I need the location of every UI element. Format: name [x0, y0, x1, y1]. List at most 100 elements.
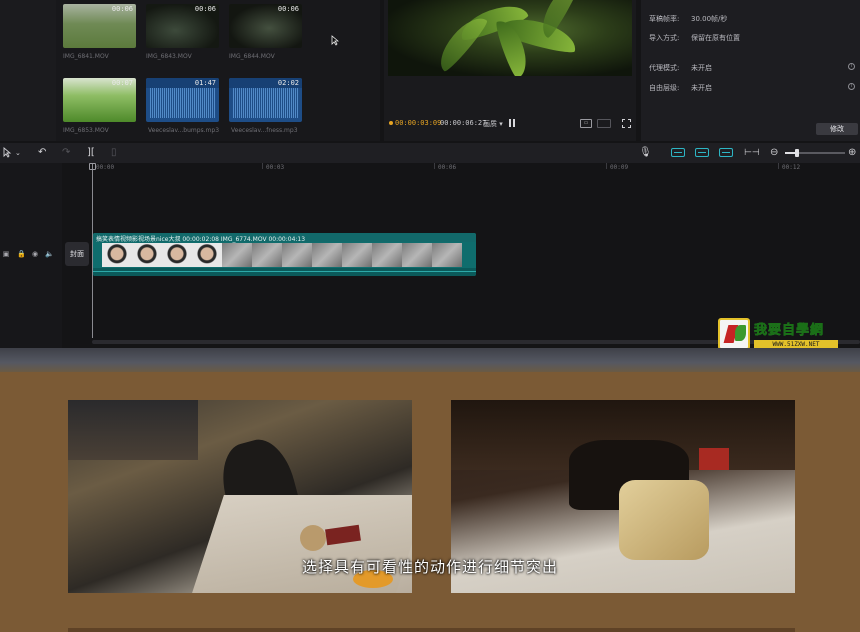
- preview-panel: 00:00:03:09 00:00:06:27 画质 ▾ ▭: [384, 0, 636, 141]
- quality-dropdown[interactable]: 画质 ▾: [483, 119, 503, 129]
- tea-cake: [619, 480, 709, 560]
- window-area: [68, 400, 198, 460]
- clip-audio-line: [93, 268, 476, 276]
- media-thumb[interactable]: 00:06: [63, 4, 136, 48]
- preview-axis-icon[interactable]: [719, 148, 733, 157]
- clip-frame: [402, 243, 432, 267]
- split-view-icon[interactable]: ⊢⊣: [744, 147, 760, 159]
- thumb-duration: 00:07: [111, 79, 133, 87]
- bottom-strip: [68, 628, 795, 632]
- thumb-duration: 02:02: [277, 79, 299, 87]
- split-icon[interactable]: ][: [87, 147, 95, 159]
- screen: 00:06 IMG_6841.MOV 00:06 IMG_6843.MOV 00…: [0, 0, 860, 632]
- cover-button[interactable]: 封面: [65, 242, 89, 266]
- total-time: 00:00:06:27: [440, 119, 487, 127]
- snap-icon[interactable]: [695, 148, 709, 157]
- media-sidebar: [0, 0, 56, 141]
- playhead-handle[interactable]: [89, 163, 96, 170]
- clip-frame: [252, 243, 282, 267]
- ruler-tick: [606, 163, 607, 169]
- properties-panel: 草稿帧率: 30.00帧/秒 导入方式: 保留在原有位置 代理模式: 未开启 i…: [641, 0, 860, 141]
- select-cursor-icon[interactable]: [3, 147, 12, 158]
- zoom-slider-handle[interactable]: [795, 149, 799, 157]
- ruler-label: 00:00: [96, 164, 115, 171]
- clip-frame: [192, 243, 222, 267]
- divider-band: [0, 348, 860, 372]
- thumb-label: Veeceslav...bumps.mp3: [148, 127, 220, 134]
- prop-label: 代理模式:: [649, 64, 680, 72]
- media-thumb[interactable]: 00:07: [63, 78, 136, 122]
- eye-icon[interactable]: ◉: [31, 250, 39, 258]
- clip-frame: [312, 243, 342, 267]
- prop-label: 自由层级:: [649, 84, 680, 92]
- redo-icon: ↷: [62, 147, 71, 158]
- thumb-label: IMG_6841.MOV: [63, 53, 109, 60]
- leaf-shape: [432, 10, 490, 74]
- ratio-original-icon[interactable]: [597, 119, 611, 128]
- zoom-in-icon[interactable]: ⊕: [848, 147, 856, 159]
- prop-value: 保留在原有位置: [691, 34, 740, 42]
- prop-label: 导入方式:: [649, 34, 680, 42]
- undo-icon[interactable]: ↶: [38, 147, 46, 159]
- thumb-duration: 00:06: [277, 5, 299, 13]
- thumb-duration: 00:06: [111, 5, 133, 13]
- speaker-icon[interactable]: 🔈: [45, 250, 54, 258]
- clip-frame: [372, 243, 402, 267]
- media-thumb[interactable]: 00:06: [146, 4, 219, 48]
- ruler-label: 00:09: [610, 164, 629, 171]
- clip-header: 搞笑表情视频影视场景nice大叔 00:00:02:08 IMG_6774.MO…: [93, 233, 476, 243]
- media-thumb[interactable]: 00:06: [229, 4, 302, 48]
- lock-icon[interactable]: 🔒: [17, 250, 26, 258]
- tea-bundle: [300, 525, 326, 551]
- playhead[interactable]: [92, 163, 93, 338]
- fullscreen-icon[interactable]: [622, 119, 631, 128]
- delete-icon: ▯: [111, 147, 117, 158]
- time-ruler[interactable]: 00:00 00:03 00:06 00:09 00:12: [90, 163, 860, 173]
- thumb-duration: 00:06: [194, 5, 216, 13]
- audio-thumb[interactable]: 01:47: [146, 78, 219, 122]
- track-toggle-icon[interactable]: ▣: [2, 250, 10, 258]
- clip-frame: [342, 243, 372, 267]
- info-icon[interactable]: i: [848, 83, 855, 90]
- clip-frame: [222, 243, 252, 267]
- prop-value: 30.00帧/秒: [691, 15, 728, 23]
- subtitle: 选择具有可看性的动作进行细节突出: [301, 558, 558, 576]
- ruler-label: 00:03: [266, 164, 285, 171]
- clip-frame: [162, 243, 192, 267]
- timeline-clip[interactable]: 搞笑表情视频影视场景nice大叔 00:00:02:08 IMG_6774.MO…: [93, 233, 476, 276]
- thumb-duration: 01:47: [194, 79, 216, 87]
- red-label: [699, 448, 729, 470]
- time-dot: [389, 121, 393, 125]
- ratio-icon[interactable]: ▭: [580, 119, 592, 128]
- audio-thumb[interactable]: 02:02: [229, 78, 302, 122]
- timeline-toolbar: ⌄ ↶ ↷ ][ ▯ 🎙 ⊢⊣ ⊖ ⊕: [0, 143, 860, 163]
- mouse-cursor-icon: [331, 35, 339, 46]
- ruler-label: 00:12: [782, 164, 801, 171]
- link-icon[interactable]: [671, 148, 685, 157]
- thumb-label: Veeceslav...fness.mp3: [231, 127, 298, 134]
- preview-video[interactable]: [388, 0, 632, 76]
- prop-label: 草稿帧率:: [649, 15, 680, 23]
- media-panel: 00:06 IMG_6841.MOV 00:06 IMG_6843.MOV 00…: [0, 0, 380, 141]
- thumb-label: IMG_6844.MOV: [229, 53, 275, 60]
- video-editor: 00:06 IMG_6841.MOV 00:06 IMG_6843.MOV 00…: [0, 0, 860, 350]
- clip-frame: [102, 243, 132, 267]
- modify-button[interactable]: 修改: [816, 123, 858, 135]
- ruler-label: 00:06: [438, 164, 457, 171]
- watermark-text: 我要自學網: [754, 323, 825, 339]
- zoom-out-icon[interactable]: ⊖: [770, 147, 778, 159]
- current-time: 00:00:03:09: [395, 119, 442, 127]
- microphone-icon[interactable]: 🎙: [639, 147, 652, 159]
- clip-frame: [132, 243, 162, 267]
- thumb-label: IMG_6843.MOV: [146, 53, 192, 60]
- info-icon[interactable]: i: [848, 63, 855, 70]
- watermark: 我要自學網 WWW.51ZXW.NET: [718, 318, 838, 350]
- clip-frame: [432, 243, 462, 267]
- ruler-tick: [262, 163, 263, 169]
- pause-icon[interactable]: [508, 119, 516, 128]
- prop-value: 未开启: [691, 84, 712, 92]
- thumb-label: IMG_6853.MOV: [63, 127, 109, 134]
- clip-title: 搞笑表情视频影视场景nice大叔 00:00:02:08 IMG_6774.MO…: [96, 236, 306, 243]
- chevron-down-icon[interactable]: ⌄: [15, 147, 21, 159]
- quality-label: 画质: [483, 120, 497, 128]
